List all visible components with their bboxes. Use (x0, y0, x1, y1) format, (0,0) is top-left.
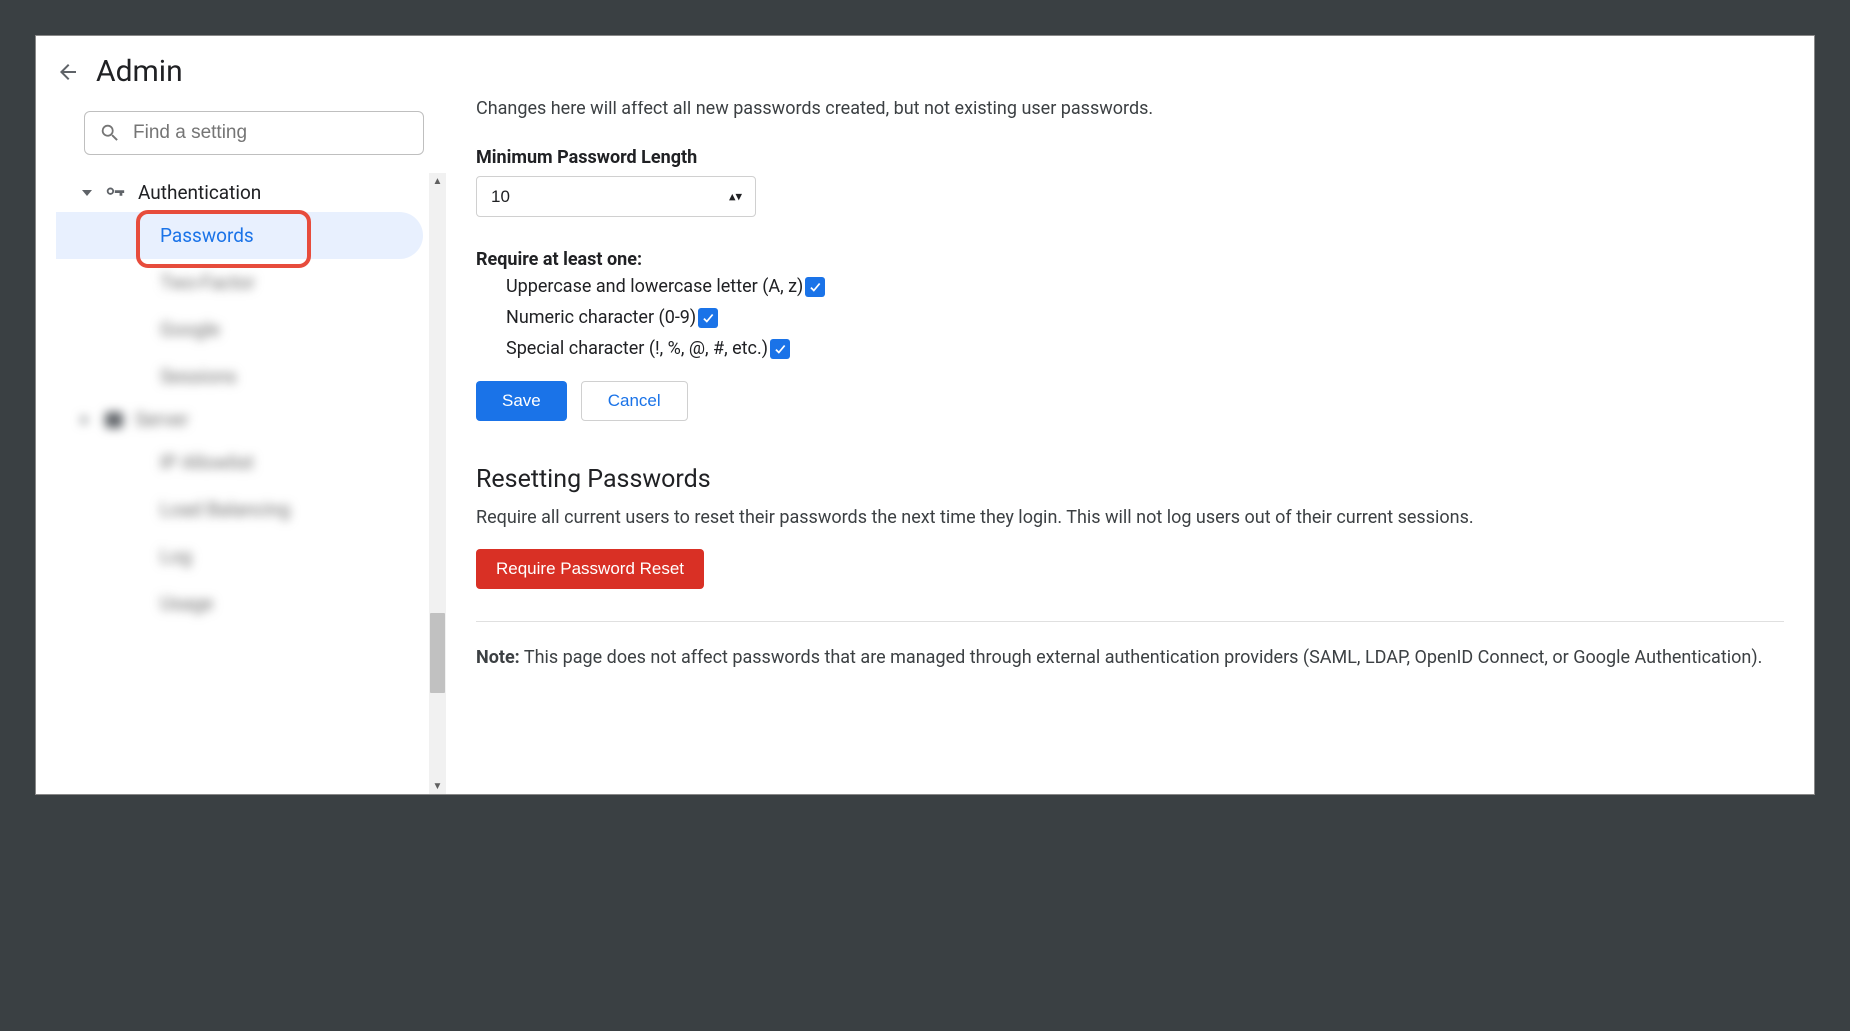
min-length-select-wrap: 10 ▴▾ (476, 176, 756, 217)
requirement-checkbox-uppercase[interactable] (805, 277, 825, 297)
scroll-down-icon[interactable]: ▼ (429, 778, 446, 794)
sidebar-item-label: Usage (160, 592, 213, 615)
sidebar-item[interactable]: Two-Factor (56, 259, 423, 306)
sidebar-item-label: Google (160, 318, 220, 341)
sidebar-item-label: Sessions (160, 365, 237, 388)
requirement-label: Numeric character (0-9) (506, 307, 696, 328)
server-icon (105, 412, 123, 428)
reset-description: Require all current users to reset their… (476, 504, 1784, 531)
sidebar-item-passwords[interactable]: Passwords (56, 212, 423, 259)
sidebar-item-label: Load Balancing (160, 498, 290, 521)
note-prefix: Note: (476, 647, 520, 668)
caret-down-icon (82, 190, 92, 196)
sidebar-item[interactable]: Load Balancing (56, 486, 423, 533)
sidebar-item[interactable]: IP Allowlist (56, 439, 423, 486)
nav-tree: Authentication Passwords Two-Factor Goog… (56, 173, 429, 794)
section-description: Changes here will affect all new passwor… (476, 101, 1784, 119)
scroll-up-icon[interactable]: ▲ (429, 173, 446, 189)
main-content: Password Requirements Changes here will … (446, 101, 1814, 794)
requirement-row: Numeric character (0-9) (476, 307, 1784, 328)
search-input[interactable] (133, 122, 409, 144)
search-icon (99, 122, 121, 144)
nav-category-label: Authentication (138, 181, 261, 204)
sidebar-item-label: IP Allowlist (160, 451, 254, 474)
nav-category-label: Server (135, 408, 189, 431)
scrollbar[interactable]: ▲ ▼ (429, 173, 446, 794)
sidebar-item-label: Passwords (160, 224, 254, 247)
scroll-thumb[interactable] (430, 613, 445, 693)
requirement-row: Uppercase and lowercase letter (A, z) (476, 276, 1784, 297)
sidebar: Authentication Passwords Two-Factor Goog… (36, 101, 446, 794)
requirement-checkbox-numeric[interactable] (698, 308, 718, 328)
nav-category-authentication[interactable]: Authentication (56, 173, 429, 212)
sidebar-item-label: Log (160, 545, 192, 568)
sidebar-item[interactable]: Usage (56, 580, 423, 627)
button-row: Save Cancel (476, 381, 1784, 421)
nav-category-server[interactable]: Server (56, 400, 429, 439)
reset-title: Resetting Passwords (476, 465, 1784, 494)
min-length-label: Minimum Password Length (476, 147, 1784, 168)
header: Admin (36, 36, 1814, 101)
admin-window: Admin Authentication (35, 35, 1815, 795)
note: Note: This page does not affect password… (476, 644, 1784, 671)
min-length-select[interactable]: 10 (476, 176, 756, 217)
require-heading: Require at least one: (476, 249, 1784, 270)
require-password-reset-button[interactable]: Require Password Reset (476, 549, 704, 589)
back-arrow-icon[interactable] (56, 60, 80, 84)
note-text: This page does not affect passwords that… (520, 647, 1763, 668)
requirement-label: Special character (!, %, @, #, etc.) (506, 338, 768, 359)
requirement-label: Uppercase and lowercase letter (A, z) (506, 276, 803, 297)
search-box[interactable] (84, 111, 424, 155)
sidebar-item[interactable]: Google (56, 306, 423, 353)
sidebar-item-label: Two-Factor (160, 271, 255, 294)
key-icon (104, 182, 126, 204)
requirement-row: Special character (!, %, @, #, etc.) (476, 338, 1784, 359)
cancel-button[interactable]: Cancel (581, 381, 688, 421)
sidebar-item[interactable]: Log (56, 533, 423, 580)
body: Authentication Passwords Two-Factor Goog… (36, 101, 1814, 794)
caret-icon (82, 415, 93, 425)
requirement-checkbox-special[interactable] (770, 339, 790, 359)
sidebar-item[interactable]: Sessions (56, 353, 423, 400)
page-title: Admin (96, 54, 183, 89)
divider (476, 621, 1784, 622)
save-button[interactable]: Save (476, 381, 567, 421)
